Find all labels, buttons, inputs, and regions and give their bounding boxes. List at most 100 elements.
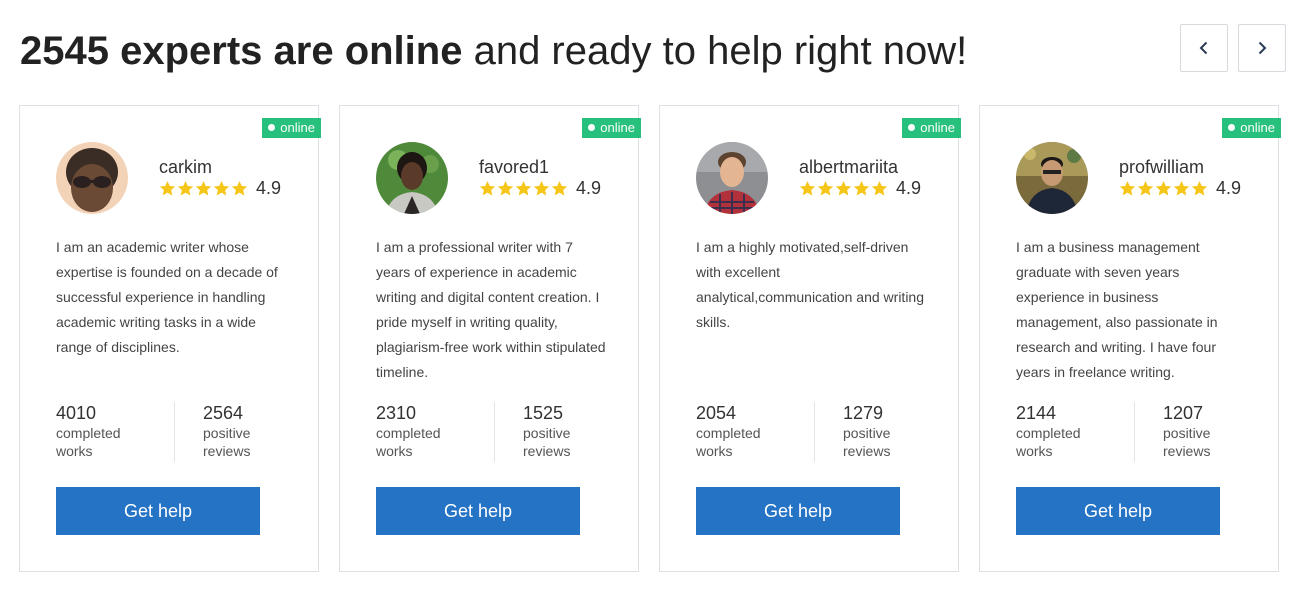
completed-label: completed works (56, 425, 121, 459)
avatar-photo-icon (1016, 142, 1088, 214)
star-icon (479, 181, 496, 196)
expert-bio: I am a highly motivated,self-driven with… (696, 239, 924, 330)
expert-stats: 2310 completed works 1525 positive revie… (376, 402, 606, 464)
star-icon (551, 181, 568, 196)
online-badge: online (262, 118, 321, 138)
rating-stars (1119, 180, 1208, 197)
online-badge: online (902, 118, 961, 138)
next-button[interactable] (1238, 24, 1286, 72)
star-icon (497, 181, 514, 196)
positive-reviews: 1525 positive reviews (523, 402, 633, 460)
page-title: 2545 experts are online and ready to hel… (20, 28, 967, 74)
rating: 4.9 (159, 178, 281, 199)
get-help-button[interactable]: Get help (696, 487, 900, 535)
completed-count: 2144 (1016, 403, 1057, 423)
title-bold: 2545 experts are online (20, 29, 463, 73)
rating-value: 4.9 (576, 178, 602, 198)
expert-name[interactable]: albertmariita (799, 157, 898, 178)
avatar[interactable] (696, 142, 768, 214)
reviews-count: 1525 (523, 403, 564, 423)
expert-stats: 2054 completed works 1279 positive revie… (696, 402, 926, 464)
expert-name[interactable]: profwilliam (1119, 157, 1204, 178)
expert-name[interactable]: carkim (159, 157, 212, 178)
star-icon (1155, 181, 1172, 196)
expert-bio: I am a business management graduate with… (1016, 239, 1218, 380)
expert-card: online albertmariita 4.9 I am a highly m… (659, 105, 961, 572)
avatar-photo-icon (56, 142, 128, 214)
expert-bio: I am a professional writer with 7 years … (376, 239, 606, 380)
star-icon (1173, 181, 1190, 196)
completed-works: 2310 completed works (376, 402, 486, 460)
star-icon (515, 181, 532, 196)
rating: 4.9 (799, 178, 921, 199)
star-icon (533, 181, 550, 196)
reviews-count: 1207 (1163, 403, 1204, 423)
rating-stars (799, 180, 888, 197)
completed-works: 2144 completed works (1016, 402, 1126, 460)
avatar-photo-icon (696, 142, 768, 214)
completed-works: 2054 completed works (696, 402, 806, 460)
star-icon (1119, 181, 1136, 196)
status-dot-icon (908, 124, 916, 131)
expert-stats: 4010 completed works 2564 positive revie… (56, 402, 286, 464)
rating-value: 4.9 (1216, 178, 1242, 198)
rating-stars (159, 180, 248, 197)
stats-divider (814, 402, 815, 462)
reviews-label: positive reviews (203, 425, 251, 459)
get-help-button[interactable]: Get help (376, 487, 580, 535)
star-icon (1137, 181, 1154, 196)
completed-count: 2310 (376, 403, 417, 423)
expert-card: online profwilliam 4.9 I am a business m… (979, 105, 1281, 572)
expert-cards: online carkim 4.9 I am an academic write… (19, 105, 1281, 572)
stats-divider (1134, 402, 1135, 462)
expert-name[interactable]: favored1 (479, 157, 549, 178)
positive-reviews: 1207 positive reviews (1163, 402, 1273, 460)
status-dot-icon (588, 124, 596, 131)
rating: 4.9 (1119, 178, 1241, 199)
prev-button[interactable] (1180, 24, 1228, 72)
reviews-count: 1279 (843, 403, 884, 423)
reviews-label: positive reviews (1163, 425, 1211, 459)
expert-bio: I am an academic writer whose expertise … (56, 239, 278, 355)
reviews-label: positive reviews (843, 425, 891, 459)
stats-divider (174, 402, 175, 462)
completed-label: completed works (376, 425, 441, 459)
get-help-button[interactable]: Get help (56, 487, 260, 535)
star-icon (799, 181, 816, 196)
reviews-label: positive reviews (523, 425, 571, 459)
completed-label: completed works (696, 425, 761, 459)
completed-label: completed works (1016, 425, 1081, 459)
star-icon (1191, 181, 1208, 196)
online-badge: online (582, 118, 641, 138)
reviews-count: 2564 (203, 403, 244, 423)
avatar[interactable] (1016, 142, 1088, 214)
star-icon (871, 181, 888, 196)
star-icon (159, 181, 176, 196)
chevron-left-icon (1199, 41, 1208, 55)
avatar[interactable] (376, 142, 448, 214)
star-icon (835, 181, 852, 196)
positive-reviews: 2564 positive reviews (203, 402, 313, 460)
rating: 4.9 (479, 178, 601, 199)
avatar[interactable] (56, 142, 128, 214)
expert-card: online carkim 4.9 I am an academic write… (19, 105, 321, 572)
stats-divider (494, 402, 495, 462)
positive-reviews: 1279 positive reviews (843, 402, 953, 460)
completed-works: 4010 completed works (56, 402, 166, 460)
star-icon (213, 181, 230, 196)
star-icon (195, 181, 212, 196)
expert-card: online favored1 4.9 I am a professional … (339, 105, 641, 572)
completed-count: 2054 (696, 403, 737, 423)
star-icon (853, 181, 870, 196)
avatar-photo-icon (376, 142, 448, 214)
star-icon (177, 181, 194, 196)
completed-count: 4010 (56, 403, 97, 423)
rating-stars (479, 180, 568, 197)
rating-value: 4.9 (256, 178, 282, 198)
chevron-right-icon (1258, 41, 1267, 55)
star-icon (817, 181, 834, 196)
online-badge: online (1222, 118, 1281, 138)
get-help-button[interactable]: Get help (1016, 487, 1220, 535)
rating-value: 4.9 (896, 178, 922, 198)
title-rest: and ready to help right now! (462, 29, 968, 73)
